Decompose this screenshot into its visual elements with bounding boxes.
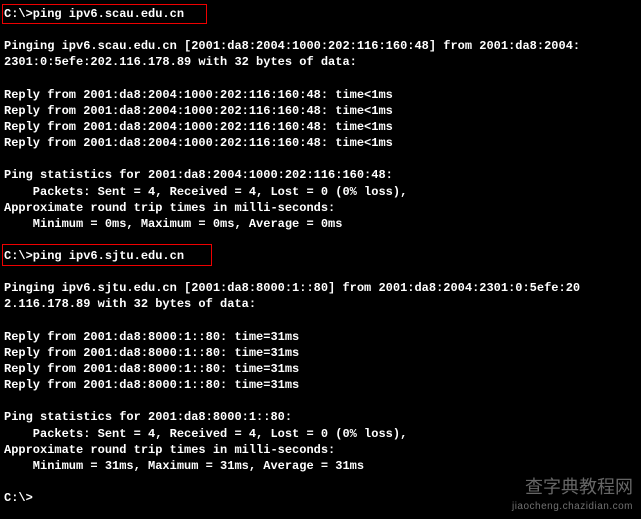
ping-header: 2301:0:5efe:202.116.178.89 with 32 bytes… [4, 54, 637, 70]
ping-header: Pinging ipv6.scau.edu.cn [2001:da8:2004:… [4, 38, 637, 54]
ping-approx: Approximate round trip times in milli-se… [4, 200, 637, 216]
blank-line [4, 151, 637, 167]
ping-reply: Reply from 2001:da8:2004:1000:202:116:16… [4, 135, 637, 151]
command-line: C:\>ping ipv6.sjtu.edu.cn [4, 248, 637, 264]
ping-reply: Reply from 2001:da8:8000:1::80: time=31m… [4, 345, 637, 361]
ping-stats-header: Ping statistics for 2001:da8:8000:1::80: [4, 409, 637, 425]
ping-reply: Reply from 2001:da8:2004:1000:202:116:16… [4, 87, 637, 103]
command-prompt[interactable]: C:\> [4, 490, 637, 506]
blank-line [4, 71, 637, 87]
ping-packets: Packets: Sent = 4, Received = 4, Lost = … [4, 426, 637, 442]
ping-reply: Reply from 2001:da8:8000:1::80: time=31m… [4, 361, 637, 377]
ping-times: Minimum = 31ms, Maximum = 31ms, Average … [4, 458, 637, 474]
ping-approx: Approximate round trip times in milli-se… [4, 442, 637, 458]
blank-line [4, 393, 637, 409]
command-line: C:\>ping ipv6.scau.edu.cn [4, 6, 637, 22]
ping-header: 2.116.178.89 with 32 bytes of data: [4, 296, 637, 312]
ping-stats-header: Ping statistics for 2001:da8:2004:1000:2… [4, 167, 637, 183]
blank-line [4, 264, 637, 280]
blank-line [4, 232, 637, 248]
ping-reply: Reply from 2001:da8:8000:1::80: time=31m… [4, 329, 637, 345]
blank-line [4, 22, 637, 38]
ping-times: Minimum = 0ms, Maximum = 0ms, Average = … [4, 216, 637, 232]
blank-line [4, 313, 637, 329]
ping-reply: Reply from 2001:da8:8000:1::80: time=31m… [4, 377, 637, 393]
ping-reply: Reply from 2001:da8:2004:1000:202:116:16… [4, 119, 637, 135]
ping-header: Pinging ipv6.sjtu.edu.cn [2001:da8:8000:… [4, 280, 637, 296]
blank-line [4, 474, 637, 490]
ping-packets: Packets: Sent = 4, Received = 4, Lost = … [4, 184, 637, 200]
ping-reply: Reply from 2001:da8:2004:1000:202:116:16… [4, 103, 637, 119]
